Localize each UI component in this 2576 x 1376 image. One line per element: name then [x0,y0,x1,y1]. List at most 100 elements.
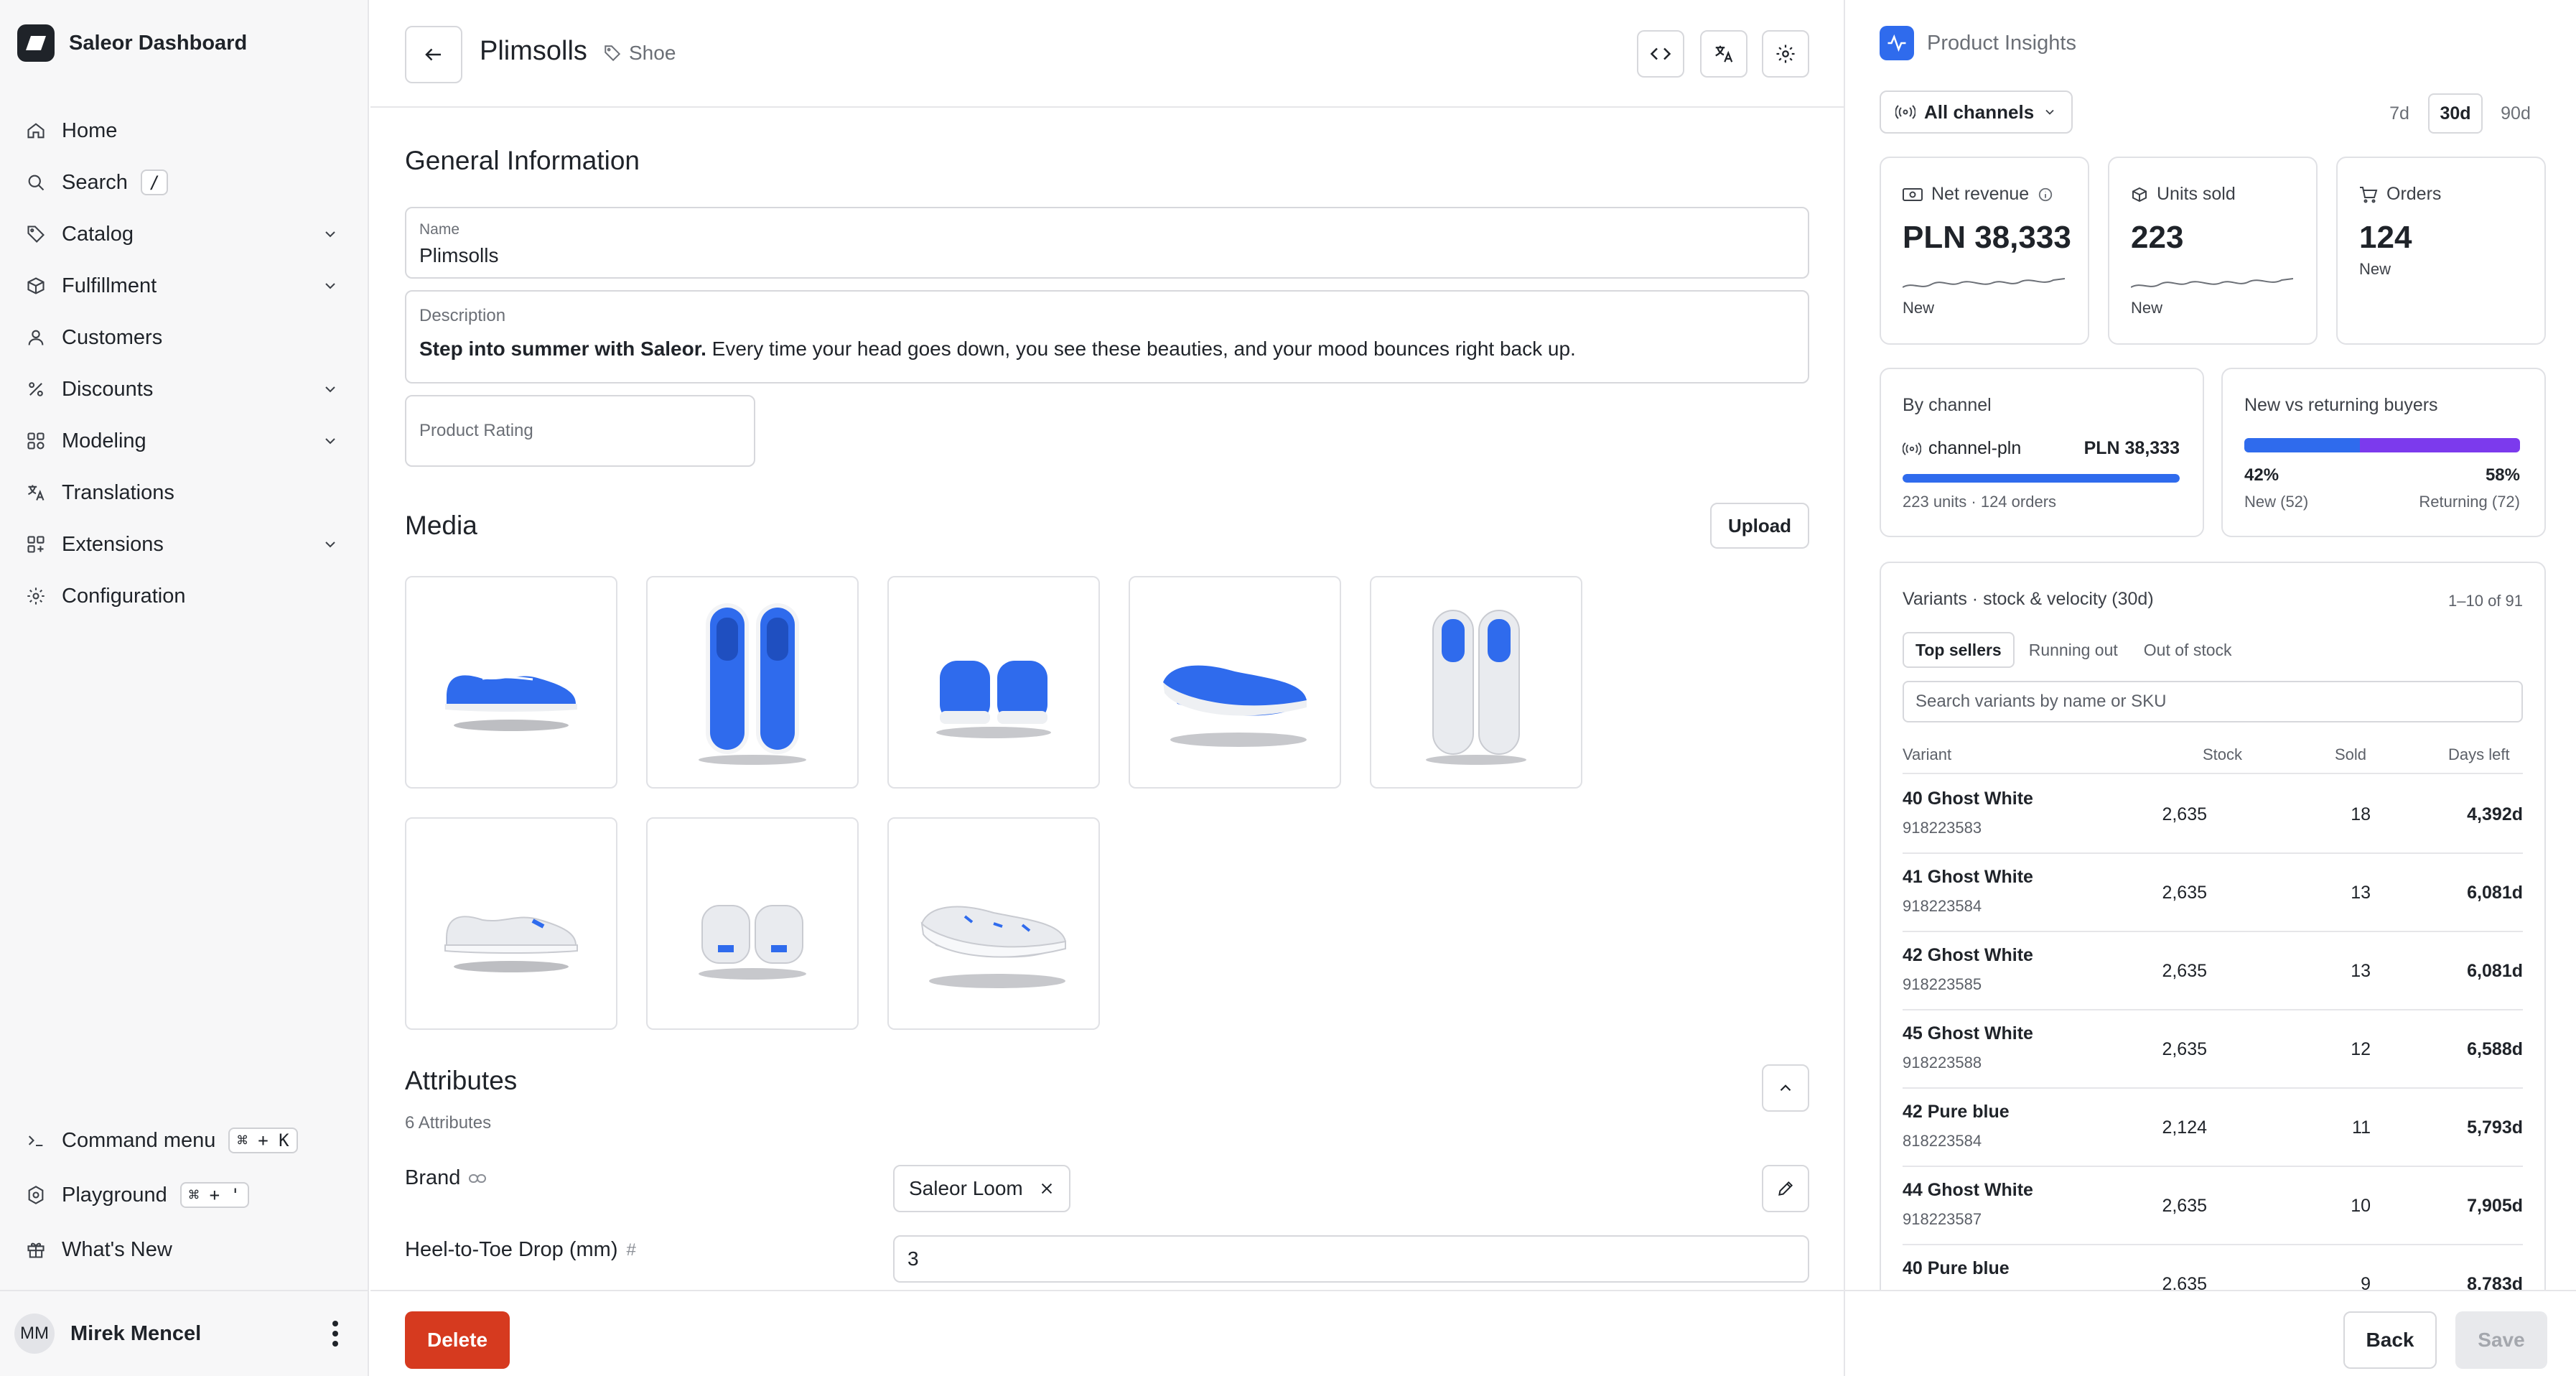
units-sold-card: Units sold 223 New [2108,157,2318,345]
search-shortcut: / [140,169,169,195]
table-row[interactable]: 45 Ghost White 918223588 2,635 12 6,588d [1903,1010,2523,1089]
brand[interactable]: Saleor Dashboard [17,24,247,62]
save-button[interactable]: Save [2455,1311,2547,1369]
variants-card: Variants · stock & velocity (30d) 1–10 o… [1880,562,2546,1352]
sidebar-item-translations[interactable]: Translations [17,467,347,519]
table-row[interactable]: 42 Ghost White 918223585 2,635 13 6,081d [1903,932,2523,1010]
broadcast-icon [1903,442,1921,456]
description-field[interactable]: Description Step into summer with Saleor… [405,290,1809,383]
column-sold[interactable]: Sold [2335,745,2366,764]
more-vertical-icon[interactable] [332,1320,339,1347]
variant-name: 40 Ghost White [1903,789,2033,809]
sidebar-item-extensions[interactable]: Extensions [17,519,347,570]
channel-select-value: All channels [1924,101,2035,123]
product-rating-placeholder: Product Rating [419,421,533,440]
orders-card: Orders 124 New [2336,157,2546,345]
sidebar-item-label: Home [62,118,118,142]
variant-sold: 12 [2351,1039,2371,1059]
arrow-left-icon [423,44,444,65]
media-tile[interactable] [1129,576,1341,789]
translate-button[interactable] [1700,30,1747,78]
media-tile[interactable] [887,817,1100,1030]
column-variant[interactable]: Variant [1903,745,1951,764]
by-channel-card: By channel channel-pln PLN 38,333 223 un… [1880,368,2204,537]
sidebar-item-catalog[interactable]: Catalog [17,208,347,260]
variant-sold: 18 [2351,804,2371,824]
chevron-down-icon[interactable] [322,381,339,398]
product-rating-field[interactable]: Product Rating [405,395,755,467]
new-buyers-pct: 42% [2244,465,2279,485]
range-90d[interactable]: 90d [2488,93,2543,134]
close-icon[interactable] [1039,1181,1055,1196]
back-footer-button[interactable]: Back [2343,1311,2437,1369]
sidebar-item-discounts[interactable]: Discounts [17,363,347,415]
media-tile[interactable] [646,817,859,1030]
tab-out-of-stock[interactable]: Out of stock [2132,632,2244,668]
table-row[interactable]: 40 Ghost White 918223583 2,635 18 4,392d [1903,776,2523,854]
channel-row[interactable]: channel-pln PLN 38,333 [1903,438,2180,459]
sidebar-item-configuration[interactable]: Configuration [17,570,347,622]
panel-title: Product Insights [1927,31,2076,55]
back-button[interactable] [405,26,462,83]
table-row[interactable]: 42 Pure blue 818223584 2,124 11 5,793d [1903,1089,2523,1167]
settings-button[interactable] [1762,30,1809,78]
variant-sold: 11 [2352,1117,2371,1138]
range-7d[interactable]: 7d [2376,93,2422,134]
media-tile[interactable] [405,817,617,1030]
sidebar-item-label: Catalog [62,222,134,246]
media-tile[interactable] [887,576,1100,789]
sidebar-item-fulfillment[interactable]: Fulfillment [17,260,347,312]
sidebar-item-command-menu[interactable]: Command menu ⌘ + K [17,1113,347,1168]
page-header: Plimsolls Shoe [370,0,1844,108]
info-icon[interactable] [2038,187,2053,203]
net-revenue-label: Net revenue [1903,184,2053,205]
net-revenue-note: New [1903,299,1935,317]
units-sold-note: New [2131,299,2163,317]
delete-button[interactable]: Delete [405,1311,510,1369]
variant-days-left: 7,905d [2467,1196,2523,1216]
variant-days-left: 6,588d [2467,1039,2523,1059]
pencil-icon [1776,1179,1795,1198]
sidebar-item-modeling[interactable]: Modeling [17,415,347,467]
variant-search-input[interactable] [1903,681,2523,722]
units-sold-value: 223 [2131,220,2184,255]
collapse-attributes-button[interactable] [1762,1064,1809,1112]
table-row[interactable]: 44 Ghost White 918223587 2,635 10 7,905d [1903,1167,2523,1245]
code-view-button[interactable] [1637,30,1684,78]
media-tile[interactable] [1370,576,1582,789]
sidebar-item-whats-new[interactable]: What's New [17,1222,347,1277]
user-profile[interactable]: MM Mirek Mencel [0,1290,369,1376]
tab-top-sellers[interactable]: Top sellers [1903,632,2015,668]
channel-select[interactable]: All channels [1880,90,2073,134]
search-icon [17,172,62,192]
gift-icon [17,1240,62,1260]
media-tile[interactable] [405,576,617,789]
code-icon [1650,43,1671,65]
cart-icon [2359,186,2378,203]
sidebar-item-playground[interactable]: Playground ⌘ + ' [17,1168,347,1222]
heel-drop-input[interactable]: 3 [893,1235,1809,1283]
sidebar-item-search[interactable]: Search / [17,157,347,208]
upload-button[interactable]: Upload [1710,503,1809,549]
column-days-left[interactable]: Days left [2448,745,2510,764]
sidebar-item-customers[interactable]: Customers [17,312,347,363]
chevron-down-icon[interactable] [322,432,339,450]
sidebar-item-home[interactable]: Home [17,105,347,157]
column-stock[interactable]: Stock [2203,745,2242,764]
brand-chip[interactable]: Saleor Loom [893,1165,1070,1212]
sidebar-item-label: Customers [62,325,163,349]
page-title: Plimsolls [480,36,587,66]
chevron-down-icon[interactable] [322,226,339,243]
chevron-down-icon[interactable] [322,277,339,294]
tab-running-out[interactable]: Running out [2017,632,2129,668]
box-icon [17,276,62,296]
product-type-tag[interactable]: Shoe [603,42,676,65]
table-row[interactable]: 41 Ghost White 918223584 2,635 13 6,081d [1903,854,2523,932]
name-field[interactable]: Name Plimsolls [405,207,1809,279]
units-sold-label: Units sold [2131,184,2236,205]
range-30d[interactable]: 30d [2428,93,2483,134]
variant-days-left: 5,793d [2467,1117,2523,1138]
chevron-down-icon[interactable] [322,536,339,553]
media-tile[interactable] [646,576,859,789]
edit-brand-button[interactable] [1762,1165,1809,1212]
